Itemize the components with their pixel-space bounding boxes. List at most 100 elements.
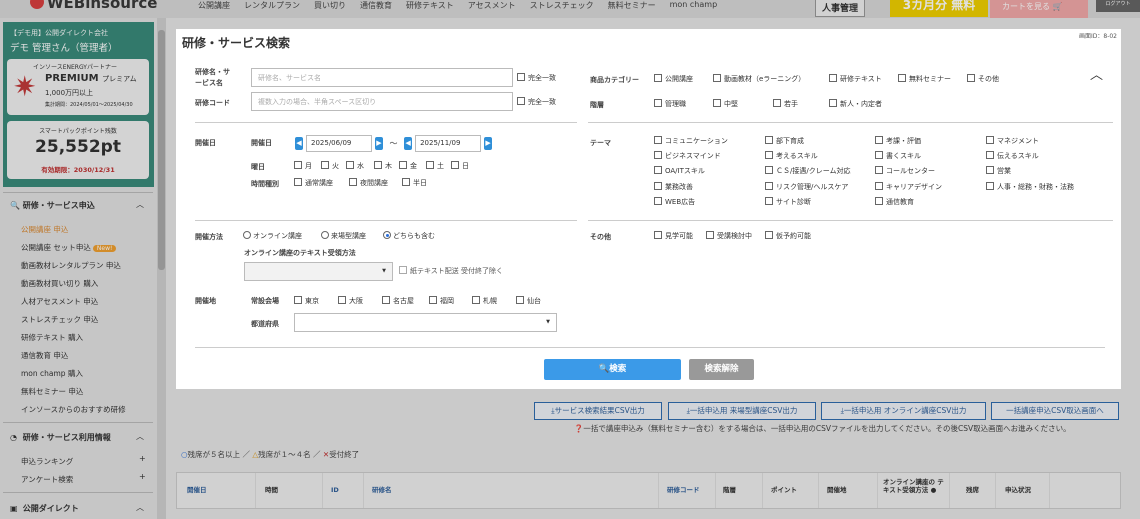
other-tentative[interactable]: 仮予約可能: [765, 231, 811, 241]
checkbox[interactable]: [875, 166, 883, 174]
checkbox[interactable]: [451, 161, 459, 169]
theme-option[interactable]: 考えるスキル: [765, 151, 818, 161]
theme-option[interactable]: 部下育成: [765, 136, 804, 146]
theme-option[interactable]: WEB広告: [654, 197, 695, 207]
sidebar-item-public-course[interactable]: 公開講座 申込: [21, 224, 68, 235]
theme-option[interactable]: コールセンター: [875, 166, 935, 176]
next-arrow-icon[interactable]: ▶: [484, 137, 493, 150]
theme-option[interactable]: 考課・評価: [875, 136, 921, 146]
checkbox[interactable]: [429, 296, 437, 304]
csv-venue-button[interactable]: ⤓一括申込用 来場型講座CSV出力: [668, 402, 816, 420]
weekday-tue[interactable]: 火: [321, 161, 339, 171]
checkbox[interactable]: [654, 166, 662, 174]
checkbox[interactable]: [713, 99, 721, 107]
checkbox[interactable]: [654, 197, 662, 205]
theme-option[interactable]: ＣＳ/接遇/クレーム対応: [765, 166, 851, 176]
weekday-sun[interactable]: 日: [451, 161, 469, 171]
radio-selected[interactable]: [383, 231, 391, 239]
checkbox[interactable]: [765, 197, 773, 205]
checkbox[interactable]: [517, 97, 525, 105]
nav-item[interactable]: 通信教育: [360, 0, 392, 11]
method-both[interactable]: どちらも含む: [383, 231, 435, 241]
chevron-up-icon[interactable]: ︿: [136, 502, 144, 513]
checkbox[interactable]: [374, 161, 382, 169]
checkbox[interactable]: [338, 296, 346, 304]
sidebar-item-ranking[interactable]: 申込ランキング: [21, 456, 73, 467]
exact-match-name[interactable]: 完全一致: [517, 73, 556, 83]
theme-option[interactable]: OA/ITスキル: [654, 166, 705, 176]
checkbox[interactable]: [382, 296, 390, 304]
hr-management-button[interactable]: 人事管理: [815, 0, 866, 17]
sidebar-item-survey[interactable]: アンケート検索: [21, 474, 73, 485]
checkbox[interactable]: [765, 231, 773, 239]
text-method-select[interactable]: ▼: [244, 262, 393, 281]
other-considering[interactable]: 受講検討中: [706, 231, 752, 241]
checkbox[interactable]: [349, 178, 357, 186]
col-date[interactable]: 開催日: [187, 473, 207, 508]
theme-option[interactable]: キャリアデザイン: [875, 182, 942, 192]
checkbox[interactable]: [713, 74, 721, 82]
prev-arrow-icon[interactable]: ◀: [404, 137, 413, 150]
category-video[interactable]: 動画教材（eラーニング）: [713, 74, 805, 84]
checkbox[interactable]: [654, 231, 662, 239]
exact-match-code[interactable]: 完全一致: [517, 97, 556, 107]
nav-item[interactable]: アセスメント: [468, 0, 516, 11]
campaign-banner[interactable]: 3カ月分 無料: [890, 0, 988, 17]
checkbox[interactable]: [875, 136, 883, 144]
service-name-input[interactable]: 研修名、サービス名: [251, 68, 513, 87]
venue-nagoya[interactable]: 名古屋: [382, 296, 414, 306]
col-name[interactable]: 研修名: [372, 473, 392, 508]
sidebar-item-stress[interactable]: ストレスチェック 申込: [21, 314, 98, 325]
theme-option[interactable]: ビジネスマインド: [654, 151, 721, 161]
checkbox[interactable]: [654, 99, 662, 107]
csv-online-button[interactable]: ⤓一括申込用 オンライン講座CSV出力: [821, 402, 986, 420]
checkbox[interactable]: [399, 266, 407, 274]
checkbox[interactable]: [516, 296, 524, 304]
theme-option[interactable]: コミュニケーション: [654, 136, 728, 146]
category-seminar[interactable]: 無料セミナー: [898, 74, 951, 84]
sidebar-scrollbar[interactable]: [157, 18, 166, 519]
checkbox[interactable]: [399, 161, 407, 169]
sidebar-item-set-apply[interactable]: 公開講座 セット申込 New!: [21, 242, 117, 253]
radio[interactable]: [321, 231, 329, 239]
sidebar-item-monchamp[interactable]: mon champ 購入: [21, 368, 83, 379]
checkbox[interactable]: [875, 151, 883, 159]
weekday-fri[interactable]: 金: [399, 161, 417, 171]
sidebar-item-rental[interactable]: 動画教材レンタルプラン 申込: [21, 260, 121, 271]
checkbox[interactable]: [402, 178, 410, 186]
category-other[interactable]: その他: [967, 74, 999, 84]
prev-arrow-icon[interactable]: ◀: [295, 137, 303, 150]
plus-icon[interactable]: +: [139, 454, 146, 463]
venue-osaka[interactable]: 大阪: [338, 296, 363, 306]
checkbox[interactable]: [765, 136, 773, 144]
code-input[interactable]: 複数入力の場合、半角スペース区切り: [251, 92, 513, 111]
logout-button[interactable]: ログアウト: [1096, 0, 1140, 12]
checkbox[interactable]: [875, 182, 883, 190]
venue-sapporo[interactable]: 札幌: [472, 296, 497, 306]
clear-search-button[interactable]: 検索解除: [689, 359, 754, 380]
weekday-mon[interactable]: 月: [294, 161, 312, 171]
venue-fukuoka[interactable]: 福岡: [429, 296, 454, 306]
checkbox[interactable]: [765, 151, 773, 159]
category-text[interactable]: 研修テキスト: [829, 74, 882, 84]
level-new[interactable]: 新人・内定者: [829, 99, 882, 109]
sidebar-item-assessment[interactable]: 人材アセスメント 申込: [21, 296, 98, 307]
theme-option[interactable]: 書くスキル: [875, 151, 921, 161]
prefecture-select[interactable]: ▼: [294, 313, 557, 332]
nav-item[interactable]: 買い切り: [314, 0, 346, 11]
checkbox[interactable]: [765, 166, 773, 174]
weekday-thu[interactable]: 木: [374, 161, 392, 171]
theme-option[interactable]: リスク管理/ヘルスケア: [765, 182, 848, 192]
csv-import-button[interactable]: 一括講座申込CSV取込画面へ: [991, 402, 1119, 420]
sidebar-item-correspondence[interactable]: 通信教育 申込: [21, 350, 68, 361]
chevron-up-icon[interactable]: ︿: [1090, 64, 1103, 83]
theme-option[interactable]: 人事・総務・財務・法務: [986, 182, 1074, 192]
date-from-input[interactable]: 2025/06/09: [306, 135, 372, 152]
col-code[interactable]: 研修コード: [667, 473, 700, 508]
checkbox[interactable]: [346, 161, 354, 169]
checkbox[interactable]: [986, 166, 994, 174]
other-tour[interactable]: 見学可能: [654, 231, 693, 241]
checkbox[interactable]: [986, 182, 994, 190]
nav-item[interactable]: mon champ: [670, 0, 718, 11]
csv-search-result-button[interactable]: ⤓サービス検索結果CSV出力: [534, 402, 662, 420]
